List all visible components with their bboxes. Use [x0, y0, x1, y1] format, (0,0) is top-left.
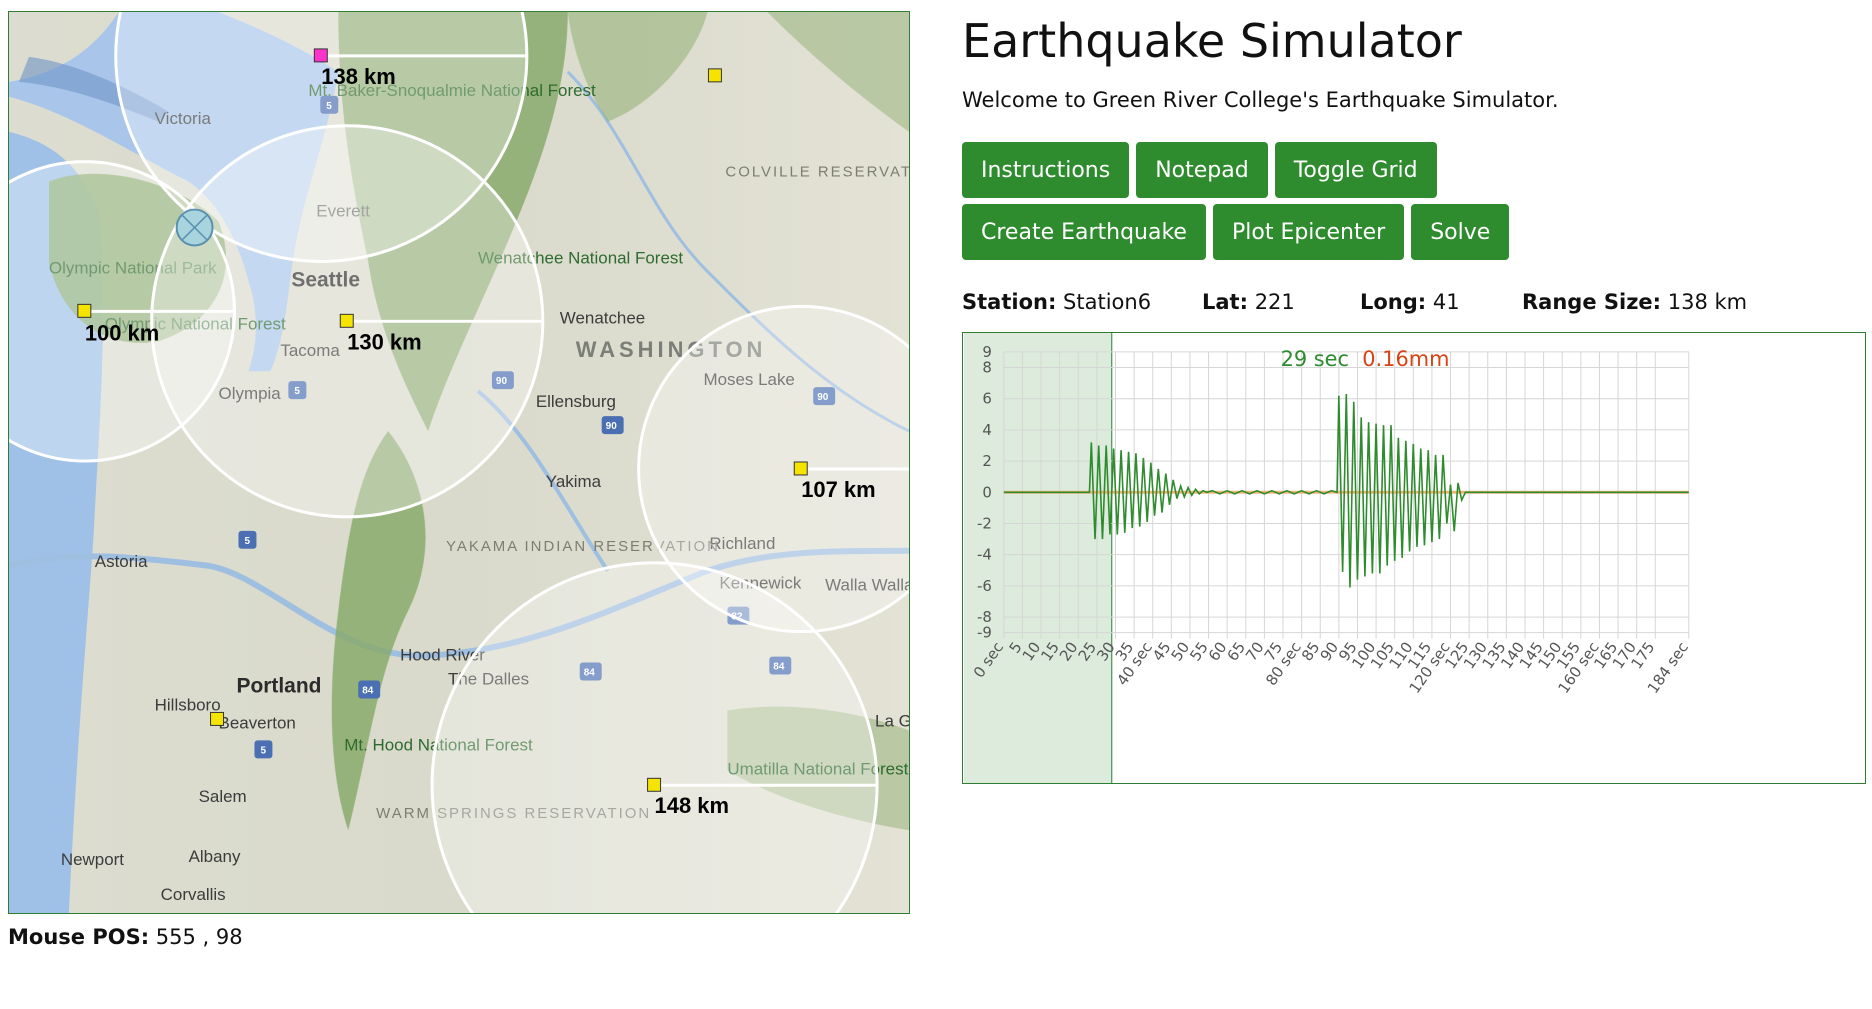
instructions-button[interactable]: Instructions: [962, 142, 1130, 198]
station-value: Station6: [1063, 290, 1152, 314]
svg-text:5: 5: [244, 536, 250, 547]
place-label: Astoria: [95, 552, 148, 571]
place-label: Portland: [236, 674, 321, 697]
place-label: Corvallis: [161, 885, 226, 904]
range-label: 130 km: [347, 329, 421, 354]
cursor-seconds-readout: 29 sec: [1281, 347, 1349, 371]
y-tick-label: -6: [977, 577, 992, 595]
map-canvas[interactable]: WASHINGTON Victoria Everett Seattle Taco…: [9, 12, 909, 913]
interstate-shield-icon: 90: [601, 416, 624, 435]
y-tick-label: 0: [982, 483, 992, 501]
plot-epicenter-button[interactable]: Plot Epicenter: [1212, 204, 1405, 260]
region-label: COLVILLE RESERVATION: [725, 164, 909, 181]
welcome-text: Welcome to Green River College's Earthqu…: [962, 88, 1559, 112]
interstate-shield-icon: 5: [254, 740, 273, 759]
interstate-shield-icon: 84: [358, 680, 381, 699]
place-label: Newport: [61, 850, 124, 869]
interstate-shield-icon: 5: [238, 530, 257, 549]
place-label: Beaverton: [219, 713, 296, 732]
station-marker-selected[interactable]: [313, 48, 328, 63]
toolbar-row-2: Create Earthquake Plot Epicenter Solve: [962, 204, 1510, 260]
station-marker[interactable]: [793, 461, 808, 476]
y-tick-label: -4: [977, 546, 992, 564]
place-label: Albany: [189, 847, 241, 866]
svg-text:84: 84: [362, 685, 374, 696]
svg-text:90: 90: [606, 421, 618, 432]
station-field: Station: Station6: [962, 290, 1152, 314]
toggle-grid-button[interactable]: Toggle Grid: [1274, 142, 1437, 198]
place-label: Salem: [199, 787, 247, 806]
range-size-value: 138 km: [1667, 290, 1748, 314]
svg-text:5: 5: [260, 745, 266, 756]
notepad-button[interactable]: Notepad: [1136, 142, 1268, 198]
place-label: La Gr: [875, 711, 909, 730]
lat-field: Lat: 221: [1202, 290, 1295, 314]
range-size-field: Range Size: 138 km: [1522, 290, 1748, 314]
seismograph-chart[interactable]: 986420-2-4-6-8-90 sec510152025303540 sec…: [963, 333, 1865, 783]
create-earthquake-button[interactable]: Create Earthquake: [962, 204, 1206, 260]
place-label: Ellensburg: [536, 392, 616, 411]
long-value: 41: [1432, 290, 1460, 314]
station-marker[interactable]: [707, 68, 722, 83]
y-tick-label: 4: [982, 421, 992, 439]
y-tick-label: 8: [982, 358, 992, 376]
map-panel[interactable]: WASHINGTON Victoria Everett Seattle Taco…: [8, 11, 910, 914]
mouse-position-readout: Mouse POS: 555 , 98: [8, 925, 243, 949]
range-label: 100 km: [85, 320, 159, 345]
station-marker[interactable]: [210, 711, 225, 726]
seismograph-panel[interactable]: 9 8 6 4 2 0 -2 -4 -6 -8 -9 0 sec 5 10 15 20 25 30 35 40 sec…: [962, 332, 1866, 784]
toolbar-row-1: Instructions Notepad Toggle Grid: [962, 142, 1437, 198]
range-label: 138 km: [321, 64, 395, 89]
mouse-pos-label: Mouse POS:: [8, 925, 150, 949]
mouse-pos-value: 555 , 98: [155, 925, 243, 949]
station-marker[interactable]: [339, 313, 354, 328]
y-tick-label: -9: [977, 624, 992, 642]
range-label: 148 km: [655, 793, 729, 818]
range-label: 107 km: [801, 477, 875, 502]
cursor-amplitude-readout: 0.16mm: [1362, 347, 1449, 371]
place-label: Yakima: [546, 472, 602, 491]
y-tick-label: 2: [982, 452, 992, 470]
y-tick-label: -2: [977, 514, 992, 532]
station-marker[interactable]: [647, 777, 662, 792]
long-field: Long: 41: [1360, 290, 1460, 314]
page-title: Earthquake Simulator: [962, 14, 1462, 68]
lat-value: 221: [1254, 290, 1295, 314]
solve-button[interactable]: Solve: [1411, 204, 1510, 260]
place-label: Hillsboro: [155, 695, 221, 714]
y-tick-label: 6: [982, 390, 992, 408]
place-label: Wenatchee: [560, 308, 645, 327]
station-marker[interactable]: [77, 303, 92, 318]
